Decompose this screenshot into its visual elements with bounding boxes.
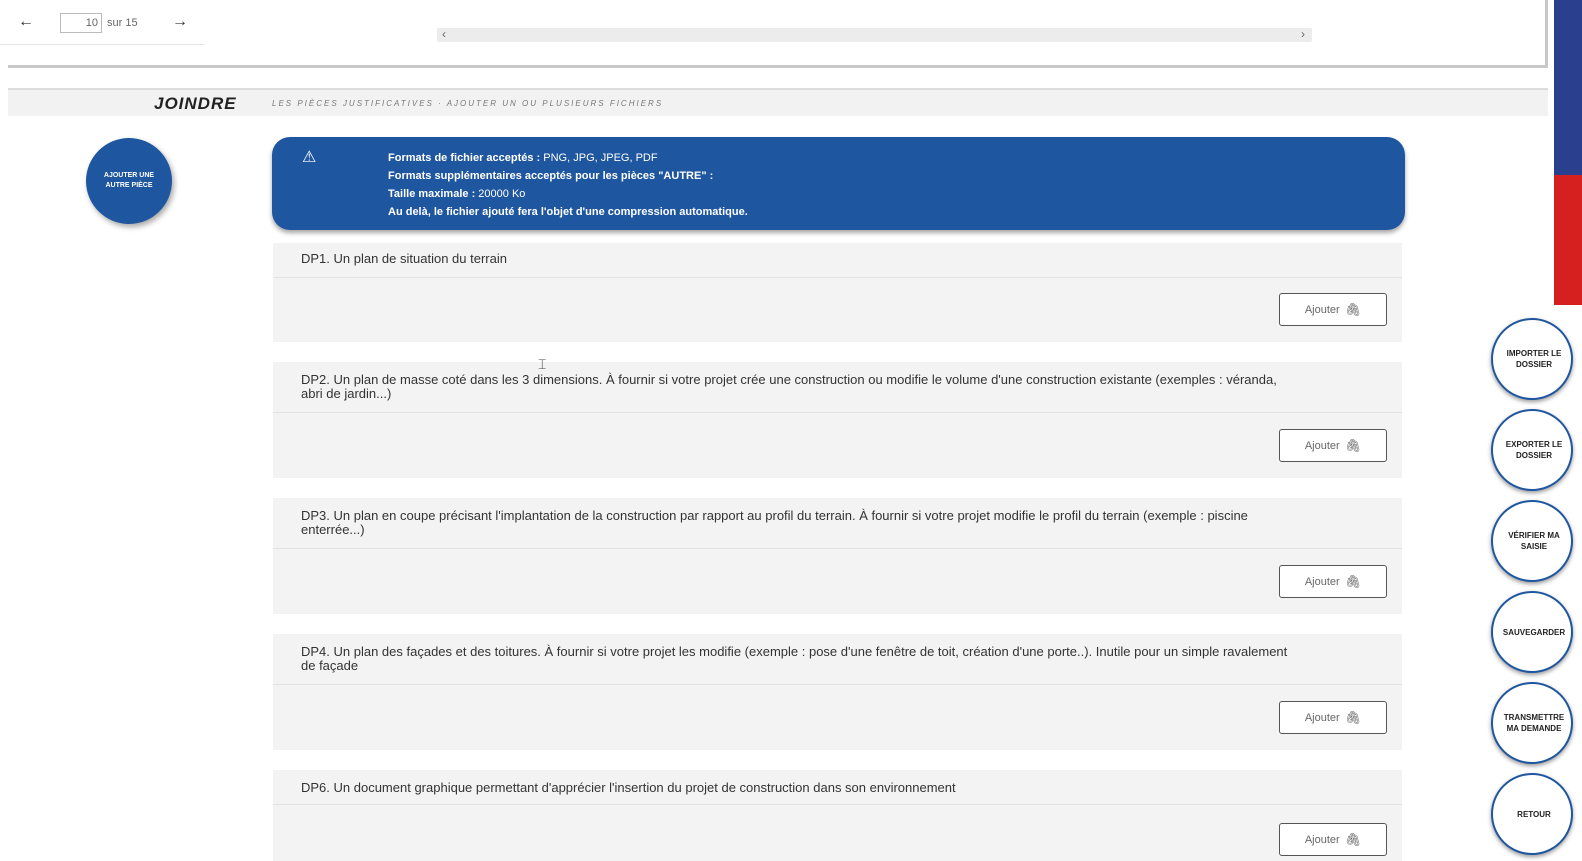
section-title: JOINDRE	[154, 94, 237, 113]
divider	[273, 277, 1402, 278]
formats-label: Formats de fichier acceptés :	[388, 152, 544, 164]
accepted-formats-notice: ⚠ Formats de fichier acceptés : PNG, JPG…	[272, 137, 1405, 230]
document-title: DP6. Un document graphique permettant d'…	[301, 780, 956, 795]
back-label: RETOUR	[1517, 809, 1551, 819]
max-size-label: Taille maximale :	[388, 188, 479, 200]
scroll-right-icon[interactable]: ›	[1301, 27, 1305, 41]
section-header: JOINDRE LES PIÈCES JUSTIFICATIVES · AJOU…	[8, 88, 1548, 116]
page-navigator: ← sur 15 →	[0, 0, 205, 45]
paperclip-icon: 🖇	[1344, 573, 1362, 589]
document-item-dp2: DP2. Un plan de masse coté dans les 3 di…	[273, 362, 1402, 478]
divider	[273, 548, 1402, 549]
export-dossier-label: EXPORTER LE DOSSIER	[1505, 440, 1563, 460]
add-file-label: Ajouter	[1304, 833, 1340, 846]
document-title: DP1. Un plan de situation du terrain	[301, 251, 507, 266]
add-file-label: Ajouter	[1304, 711, 1340, 724]
horizontal-scrollbar[interactable]: ‹ ›	[437, 27, 1312, 42]
import-dossier-label: IMPORTER LE DOSSIER	[1506, 349, 1562, 369]
add-other-piece-button[interactable]: AJOUTER UNE AUTRE PIÈCE	[86, 138, 172, 224]
flag-red-band	[1554, 175, 1582, 305]
add-other-piece-label: AJOUTER UNE AUTRE PIÈCE	[103, 172, 155, 189]
section-subtitle: LES PIÈCES JUSTIFICATIVES · AJOUTER UN O…	[272, 99, 664, 108]
export-dossier-button[interactable]: EXPORTER LE DOSSIER	[1491, 409, 1573, 491]
add-file-label: Ajouter	[1304, 303, 1340, 316]
save-label: SAUVEGARDER	[1502, 627, 1566, 637]
divider	[273, 684, 1402, 685]
formats-value: PNG, JPG, JPEG, PDF	[543, 152, 658, 164]
add-file-button[interactable]: Ajouter 🖇	[1279, 293, 1387, 326]
submit-request-label: TRANSMETTRE MA DEMANDE	[1503, 713, 1565, 733]
document-title: DP4. Un plan des façades et des toitures…	[301, 644, 1288, 673]
add-file-button[interactable]: Ajouter 🖇	[1279, 429, 1387, 462]
paperclip-icon: 🖇	[1344, 709, 1362, 725]
add-file-button[interactable]: Ajouter 🖇	[1279, 565, 1387, 598]
extra-formats-label: Formats supplémentaires acceptés pour le…	[388, 170, 714, 182]
add-file-label: Ajouter	[1304, 439, 1340, 452]
divider	[273, 804, 1402, 805]
document-title: DP2. Un plan de masse coté dans les 3 di…	[301, 372, 1277, 401]
add-file-label: Ajouter	[1304, 575, 1340, 588]
scroll-left-icon[interactable]: ‹	[442, 27, 446, 41]
divider	[273, 412, 1402, 413]
max-size-value: 20000 Ko	[478, 188, 526, 200]
page-number-input[interactable]	[60, 13, 102, 33]
submit-request-button[interactable]: TRANSMETTRE MA DEMANDE	[1491, 682, 1573, 764]
document-item-dp4: DP4. Un plan des façades et des toitures…	[273, 634, 1402, 750]
page-total-label: sur 15	[107, 17, 138, 29]
paperclip-icon: 🖇	[1344, 301, 1362, 317]
prev-page-icon[interactable]: ←	[18, 12, 34, 32]
add-file-button[interactable]: Ajouter 🖇	[1279, 701, 1387, 734]
document-title: DP3. Un plan en coupe précisant l'implan…	[301, 508, 1248, 537]
mouse-cursor-icon: ⌶	[538, 356, 547, 372]
compression-note: Au delà, le fichier ajouté fera l'objet …	[388, 206, 748, 218]
import-dossier-button[interactable]: IMPORTER LE DOSSIER	[1491, 318, 1573, 400]
warning-icon: ⚠	[302, 149, 317, 166]
document-item-dp3: DP3. Un plan en coupe précisant l'implan…	[273, 498, 1402, 614]
document-item-dp6: DP6. Un document graphique permettant d'…	[273, 770, 1402, 861]
paperclip-icon: 🖇	[1344, 831, 1362, 847]
next-page-icon[interactable]: →	[172, 12, 188, 32]
verify-entry-label: VÉRIFIER MA SAISIE	[1508, 531, 1560, 551]
verify-entry-button[interactable]: VÉRIFIER MA SAISIE	[1491, 500, 1573, 582]
document-item-dp1: DP1. Un plan de situation du terrain Ajo…	[273, 243, 1402, 342]
back-button[interactable]: RETOUR	[1491, 773, 1573, 855]
add-file-button[interactable]: Ajouter 🖇	[1279, 823, 1387, 856]
save-button[interactable]: SAUVEGARDER	[1491, 591, 1573, 673]
paperclip-icon: 🖇	[1344, 437, 1362, 453]
flag-blue-band	[1554, 0, 1582, 175]
